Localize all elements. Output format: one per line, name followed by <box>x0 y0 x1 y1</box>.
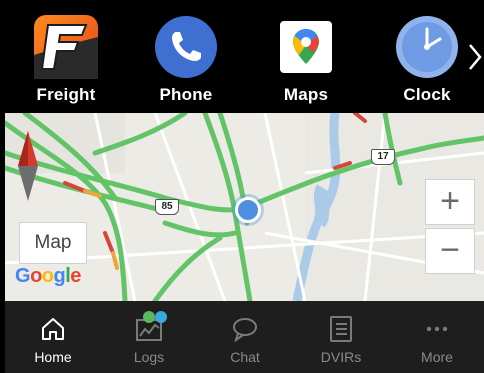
freight-app-icon <box>34 15 98 79</box>
maps-app-icon <box>274 15 338 79</box>
nav-item-logs[interactable]: Logs <box>101 301 197 373</box>
more-dots-icon <box>423 315 451 343</box>
nav-item-home[interactable]: Home <box>5 301 101 373</box>
nav-item-more-label: More <box>421 349 453 365</box>
nav-item-home-label: Home <box>34 349 72 365</box>
google-logo: Google <box>15 265 81 287</box>
nav-item-logs-label: Logs <box>133 349 165 365</box>
logs-status-badge-blue <box>155 311 167 323</box>
compass-icon[interactable] <box>17 131 39 206</box>
nav-item-chat[interactable]: Chat <box>197 301 293 373</box>
zoom-in-button[interactable]: + <box>425 179 475 225</box>
nav-item-dvirs-label: DVIRs <box>320 349 362 365</box>
map-type-button[interactable]: Map <box>19 222 87 264</box>
map-view[interactable]: 85 17 + − Map Google <box>5 113 484 301</box>
phone-app-icon <box>154 15 218 79</box>
current-location-marker <box>235 197 261 223</box>
chat-bubble-icon <box>231 315 259 343</box>
dvir-list-icon <box>327 315 355 343</box>
logs-chart-icon <box>135 311 167 343</box>
nav-item-chat-label: Chat <box>230 349 260 365</box>
phone-app[interactable]: Phone <box>131 0 241 113</box>
freight-app-label: Freight <box>36 85 96 104</box>
road-shield-85: 85 <box>155 199 179 215</box>
clock-app-label: Clock <box>403 85 451 104</box>
home-icon <box>39 315 67 343</box>
logs-status-badge-green <box>143 311 155 323</box>
phone-app-label: Phone <box>159 85 213 104</box>
app-launcher-bar: Freight Phone Maps Clock <box>0 0 484 113</box>
chevron-right-icon[interactable] <box>466 42 484 72</box>
freight-app[interactable]: Freight <box>11 0 121 113</box>
bottom-navigation-bar: Home Logs Chat DVIRs More <box>5 301 484 373</box>
zoom-out-button[interactable]: − <box>425 228 475 274</box>
road-shield-17: 17 <box>371 149 395 165</box>
nav-item-dvirs[interactable]: DVIRs <box>293 301 389 373</box>
nav-item-more[interactable]: More <box>389 301 484 373</box>
maps-app-label: Maps <box>283 85 329 104</box>
maps-app[interactable]: Maps <box>251 0 361 113</box>
clock-app-icon <box>395 15 459 79</box>
